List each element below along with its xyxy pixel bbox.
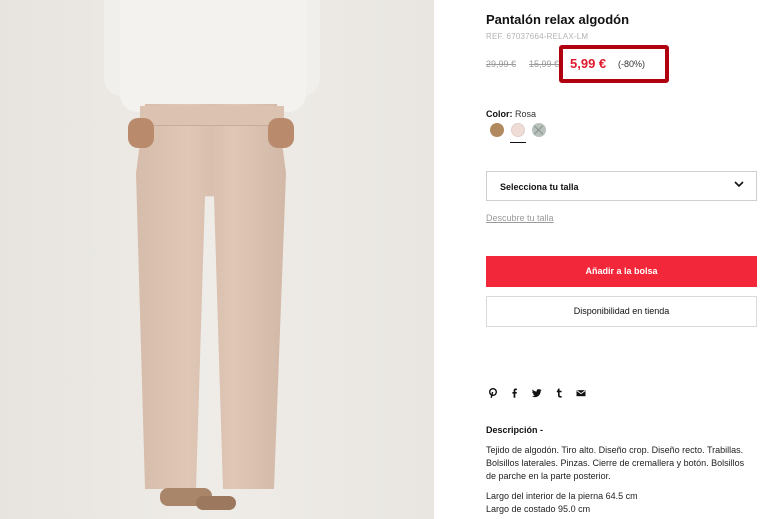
pinterest-icon[interactable] — [488, 387, 498, 399]
color-selected-name: Rosa — [515, 109, 537, 119]
price-original: 29,99 € — [486, 59, 517, 69]
color-swatch-unavailable[interactable] — [532, 123, 546, 137]
description-title[interactable]: Descripción - — [486, 425, 543, 435]
photo-waistband — [140, 106, 284, 126]
size-select-label: Selecciona tu talla — [500, 182, 579, 192]
discount-badge: (-80%) — [618, 59, 646, 69]
color-swatch-camel[interactable] — [490, 123, 504, 137]
email-icon[interactable] — [576, 388, 586, 399]
color-label: Color: — [486, 109, 513, 119]
price-previous: 15,99 € — [529, 59, 560, 69]
price-current: 5,99 € — [570, 56, 607, 71]
share-bar — [488, 387, 586, 399]
photo-sandal-right — [196, 496, 236, 510]
photo-knit-top — [120, 0, 306, 112]
chevron-down-icon — [734, 181, 744, 188]
description-body: Tejido de algodón. Tiro alto. Diseño cro… — [486, 445, 745, 481]
description-measurements: Largo del interior de la pierna 64.5 cm … — [486, 490, 638, 516]
product-reference: REF. 67037664-RELAX-LM — [486, 32, 589, 41]
color-swatch-rosa[interactable] — [511, 123, 525, 137]
size-guide-link[interactable]: Descubre tu talla — [486, 213, 554, 223]
color-label-row: Color: Rosa — [486, 109, 536, 119]
facebook-icon[interactable] — [510, 388, 520, 399]
measurement-inner-leg: Largo del interior de la pierna 64.5 cm — [486, 491, 638, 501]
photo-hand-left — [128, 118, 154, 148]
product-image[interactable] — [0, 0, 434, 519]
measurement-side-length: Largo de costado 95.0 cm — [486, 504, 591, 514]
tumblr-icon[interactable] — [554, 388, 564, 399]
size-select[interactable]: Selecciona tu talla — [486, 171, 757, 201]
selected-swatch-indicator — [510, 142, 526, 143]
product-title: Pantalón relax algodón — [486, 12, 630, 27]
photo-hand-right — [268, 118, 294, 148]
store-availability-button[interactable]: Disponibilidad en tienda — [486, 296, 757, 327]
twitter-icon[interactable] — [532, 388, 542, 399]
add-to-bag-button[interactable]: Añadir a la bolsa — [486, 256, 757, 287]
